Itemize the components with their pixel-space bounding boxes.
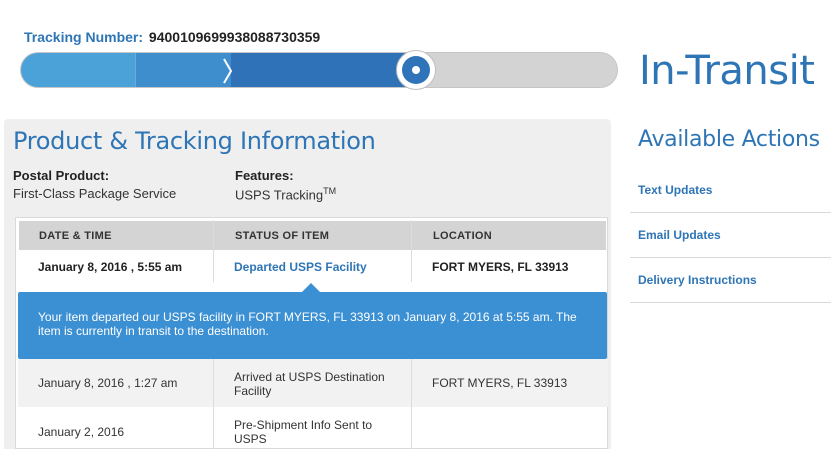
column-divider bbox=[213, 359, 214, 449]
row-3-date: January 2, 2016 bbox=[38, 425, 125, 439]
row-1-location: FORT MYERS, FL 33913 bbox=[432, 260, 569, 274]
tracking-progress-bar bbox=[20, 50, 618, 90]
progress-separator bbox=[135, 53, 136, 87]
chevron-right-icon bbox=[223, 58, 233, 84]
row-2-status-line-1: Arrived at USPS Destination bbox=[234, 370, 385, 384]
progress-segment-2 bbox=[135, 53, 231, 87]
progress-segment-1 bbox=[21, 53, 135, 87]
divider bbox=[630, 257, 831, 258]
column-header-status: STATUS OF ITEM bbox=[235, 230, 330, 242]
trademark-mark: TM bbox=[323, 186, 337, 196]
progress-segment-3 bbox=[231, 53, 417, 87]
row-3-status-line-2: USPS bbox=[234, 432, 267, 446]
delivery-status-title: In-Transit bbox=[639, 48, 815, 94]
row-3-status-line-1: Pre-Shipment Info Sent to bbox=[234, 418, 373, 432]
row-1-date: January 8, 2016 , 5:55 am bbox=[38, 260, 183, 274]
divider bbox=[630, 302, 831, 303]
table-header: DATE & TIME STATUS OF ITEM LOCATION bbox=[19, 221, 606, 250]
column-header-date: DATE & TIME bbox=[39, 230, 112, 242]
features-value: USPS TrackingTM bbox=[235, 186, 336, 202]
progress-track bbox=[20, 52, 618, 88]
callout-pointer bbox=[302, 283, 320, 292]
status-detail-callout: Your item departed our USPS facility in … bbox=[18, 292, 607, 359]
panel-title: Product & Tracking Information bbox=[13, 127, 376, 155]
email-updates-link[interactable]: Email Updates bbox=[638, 228, 721, 242]
features-text: USPS Tracking bbox=[235, 187, 324, 203]
row-2-status: Arrived at USPS Destination Facility bbox=[234, 370, 385, 398]
tracking-number-label: Tracking Number: bbox=[24, 29, 144, 45]
text-updates-link[interactable]: Text Updates bbox=[638, 183, 712, 197]
row-2-location: FORT MYERS, FL 33913 bbox=[432, 376, 568, 390]
postal-product-label: Postal Product: bbox=[13, 168, 110, 183]
row-3-status: Pre-Shipment Info Sent to USPS bbox=[234, 418, 372, 446]
divider bbox=[630, 212, 831, 213]
column-divider bbox=[411, 220, 412, 282]
row-2-status-line-2: Facility bbox=[234, 384, 272, 398]
tracking-number-row: Tracking Number: 9400109699938088730359 bbox=[24, 29, 320, 45]
available-actions-title: Available Actions bbox=[638, 127, 820, 152]
progress-current-marker bbox=[396, 50, 436, 90]
column-divider bbox=[213, 220, 214, 282]
postal-product-value: First-Class Package Service bbox=[13, 186, 177, 201]
row-1-status-link[interactable]: Departed USPS Facility bbox=[234, 260, 367, 274]
tracking-number-value: 9400109699938088730359 bbox=[148, 29, 321, 45]
delivery-instructions-link[interactable]: Delivery Instructions bbox=[638, 273, 757, 287]
column-divider bbox=[411, 359, 412, 449]
features-label: Features: bbox=[235, 168, 294, 183]
callout-text: Your item departed our USPS facility in … bbox=[38, 310, 577, 338]
column-header-location: LOCATION bbox=[433, 230, 493, 242]
row-2-date: January 8, 2016 , 1:27 am bbox=[38, 376, 178, 390]
